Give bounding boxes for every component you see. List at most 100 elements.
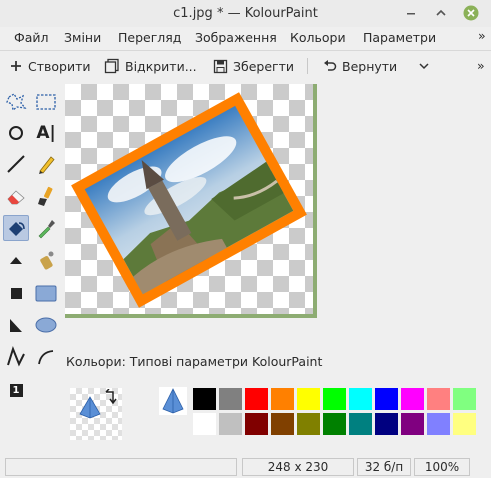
palette-color[interactable] (323, 413, 347, 436)
swap-colors-icon[interactable] (103, 389, 121, 407)
rectangle-tool[interactable] (3, 280, 29, 306)
zoom-1-icon: 1 (9, 383, 23, 397)
palette-color[interactable] (219, 388, 243, 411)
text-tool[interactable]: A| (33, 120, 59, 146)
palette-color[interactable] (219, 413, 243, 436)
palette-color[interactable] (375, 413, 399, 436)
rect-select-icon (36, 94, 56, 110)
fill-style-icon (79, 396, 101, 419)
color-depth: 32 б/п (357, 458, 411, 476)
pen-tool[interactable] (33, 151, 59, 177)
brush-icon (38, 186, 53, 206)
color-eraser-icon (10, 257, 22, 264)
palette-color[interactable] (271, 413, 295, 436)
palette-color[interactable] (245, 413, 269, 436)
status-message (5, 458, 237, 476)
eraser-tool[interactable] (3, 183, 29, 209)
color-picker-tool[interactable] (33, 215, 59, 241)
menu-bar: Файл Зміни Перегляд Зображення Кольори П… (0, 27, 491, 49)
line-icon (7, 155, 25, 173)
chevron-down-icon[interactable] (418, 60, 430, 72)
transparency-icon[interactable] (159, 387, 187, 415)
brush-tool[interactable] (33, 183, 59, 209)
menu-file[interactable]: Файл (14, 28, 49, 47)
toolbar-overflow[interactable]: » (477, 54, 485, 76)
close-icon[interactable] (463, 5, 479, 21)
save-button[interactable]: Зберегти (213, 55, 294, 77)
maximize-icon[interactable] (433, 5, 449, 21)
palette-color[interactable] (271, 388, 295, 411)
lasso-icon (6, 93, 27, 112)
rectangular-selection-tool[interactable] (33, 89, 59, 115)
palette-color[interactable] (401, 388, 425, 411)
palette-color[interactable] (297, 413, 321, 436)
undo-button[interactable]: Вернути (323, 55, 397, 77)
zoom-1-tool[interactable]: 1 (3, 377, 29, 403)
spraycan-tool[interactable] (33, 247, 59, 273)
polyline-tool[interactable] (3, 344, 29, 370)
canvas-resize-handle-right[interactable] (313, 84, 317, 318)
canvas-area[interactable] (65, 84, 317, 318)
free-form-selection-tool[interactable] (3, 89, 29, 115)
palette-color[interactable] (427, 413, 451, 436)
palette-color[interactable] (245, 388, 269, 411)
image-size: 248 x 230 (242, 458, 354, 476)
rounded-rectangle-tool[interactable] (33, 280, 59, 306)
menu-separator (0, 50, 491, 51)
pencil-icon (39, 156, 55, 174)
paint-bucket-icon (9, 222, 25, 236)
palette-color[interactable] (193, 388, 217, 411)
canvas-resize-handle-bottom[interactable] (65, 314, 317, 318)
eyedropper-icon (38, 220, 55, 239)
palette-color[interactable] (297, 388, 321, 411)
eraser-icon (7, 190, 25, 205)
zoom-level: 100% (414, 458, 470, 476)
menu-image[interactable]: Зображення (195, 28, 277, 47)
new-label: Створити (28, 58, 91, 74)
palette-color[interactable] (453, 413, 477, 436)
color-eraser-tool[interactable] (3, 247, 29, 273)
plus-icon (11, 61, 21, 71)
color-status-text: Кольори: Типові параметри KolourPaint (66, 354, 323, 369)
menu-settings[interactable]: Параметри (363, 28, 436, 47)
palette-color[interactable] (349, 413, 373, 436)
curve-icon (38, 350, 54, 365)
open-icon (104, 58, 119, 74)
palette-color[interactable] (401, 413, 425, 436)
ellipse-tool[interactable] (33, 312, 59, 338)
color-palette (193, 388, 483, 436)
menu-colors[interactable]: Кольори (290, 28, 346, 47)
open-label: Відкрити... (125, 58, 197, 74)
title-bar: c1.jpg * — KolourPaint (0, 0, 491, 27)
save-label: Зберегти (233, 58, 295, 74)
polygon-icon (10, 319, 22, 332)
ellipse-selection-tool[interactable] (3, 120, 29, 146)
palette-color[interactable] (427, 388, 451, 411)
palette-color[interactable] (349, 388, 373, 411)
new-button[interactable]: Створити (9, 55, 91, 77)
rectangle-icon (11, 288, 22, 299)
toolbar-separator (307, 58, 308, 74)
ellipse-icon (35, 317, 57, 333)
flood-fill-tool[interactable] (3, 215, 29, 241)
palette-color[interactable] (193, 413, 217, 436)
polyline-icon (7, 346, 25, 367)
menu-edit[interactable]: Зміни (64, 28, 101, 47)
polygon-tool[interactable] (3, 312, 29, 338)
status-bar: 248 x 230 32 б/п 100% (0, 455, 491, 478)
undo-label: Вернути (342, 58, 398, 74)
text-icon: A| (36, 123, 56, 143)
menu-view[interactable]: Перегляд (118, 28, 181, 47)
open-button[interactable]: Відкрити... (104, 55, 197, 77)
palette-color[interactable] (323, 388, 347, 411)
main-toolbar: Створити Відкрити... Зберегти Вернути » (0, 52, 491, 80)
spraycan-icon (40, 251, 54, 270)
save-icon (213, 59, 228, 73)
rotated-photo (71, 92, 307, 308)
curve-tool[interactable] (33, 344, 59, 370)
palette-color[interactable] (375, 388, 399, 411)
menu-overflow[interactable]: » (478, 26, 486, 45)
palette-color[interactable] (453, 388, 477, 411)
minimize-icon[interactable] (403, 5, 419, 21)
line-tool[interactable] (3, 151, 29, 177)
